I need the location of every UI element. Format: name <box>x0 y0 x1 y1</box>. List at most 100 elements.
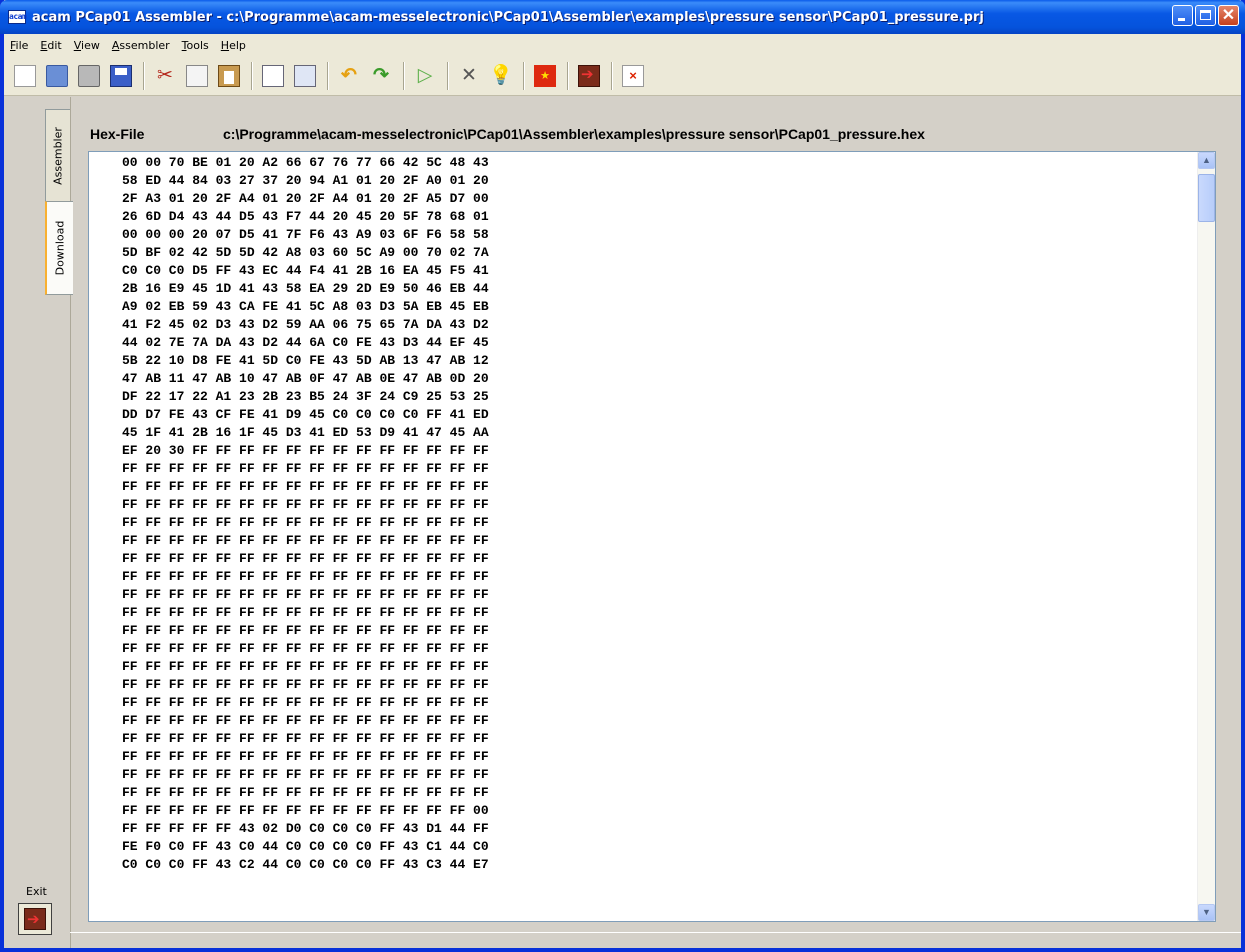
hex-line: FF FF FF FF FF FF FF FF FF FF FF FF FF F… <box>122 767 489 782</box>
tab-download[interactable]: Download <box>45 201 73 295</box>
toolbar-separator <box>251 61 253 90</box>
toolbar-separator <box>611 61 613 90</box>
print-preview-icon <box>262 64 284 87</box>
hex-line: 5D BF 02 42 5D 5D 42 A8 03 60 5C A9 00 7… <box>122 245 489 260</box>
menu-file[interactable]: File <box>4 39 34 52</box>
open-button[interactable] <box>42 61 72 91</box>
hex-line: 2B 16 E9 45 1D 41 43 58 EA 29 2D E9 50 4… <box>122 281 489 296</box>
hint-icon: 💡 <box>489 65 513 86</box>
hex-file-label: Hex-File <box>90 126 145 142</box>
maximize-button[interactable] <box>1195 5 1216 26</box>
hex-line: FF FF FF FF FF FF FF FF FF FF FF FF FF F… <box>122 497 489 512</box>
redo-button[interactable]: ↷ <box>366 61 396 91</box>
hex-line: 58 ED 44 84 03 27 37 20 94 A1 01 20 2F A… <box>122 173 489 188</box>
hex-line: FF FF FF FF FF 43 02 D0 C0 C0 C0 FF 43 D… <box>122 821 489 836</box>
hex-line: FF FF FF FF FF FF FF FF FF FF FF FF FF F… <box>122 515 489 530</box>
sidebar-exit-button[interactable] <box>18 903 52 935</box>
hex-line: FF FF FF FF FF FF FF FF FF FF FF FF FF F… <box>122 605 489 620</box>
hex-file-path: c:\Programme\acam-messelectronic\PCap01\… <box>223 126 925 142</box>
window-title: acam PCap01 Assembler - c:\Programme\aca… <box>32 9 984 25</box>
hex-line: FF FF FF FF FF FF FF FF FF FF FF FF FF F… <box>122 533 489 548</box>
hex-line: FF FF FF FF FF FF FF FF FF FF FF FF FF F… <box>122 587 489 602</box>
language-button[interactable]: ★ <box>530 61 560 91</box>
settings-button[interactable]: ✕ <box>454 61 484 91</box>
close-window-button[interactable]: ✕ <box>1218 5 1239 26</box>
minimize-icon <box>1178 18 1185 21</box>
exit-button[interactable] <box>574 61 604 91</box>
paste-button[interactable] <box>214 61 244 91</box>
client-area: Assembler Download Exit Hex-File c:\Prog… <box>4 97 1241 948</box>
status-bar <box>70 932 1241 948</box>
tab-assembler-label: Assembler <box>51 127 65 185</box>
hex-view[interactable]: 00 00 70 BE 01 20 A2 66 67 76 77 66 42 5… <box>88 151 1216 922</box>
hex-line: FF FF FF FF FF FF FF FF FF FF FF FF FF F… <box>122 551 489 566</box>
minimize-button[interactable] <box>1172 5 1193 26</box>
hex-line: C0 C0 C0 FF 43 C2 44 C0 C0 C0 C0 FF 43 C… <box>122 857 489 872</box>
hex-line: FF FF FF FF FF FF FF FF FF FF FF FF FF F… <box>122 695 489 710</box>
hex-line: C0 C0 C0 D5 FF 43 EC 44 F4 41 2B 16 EA 4… <box>122 263 489 278</box>
vertical-scrollbar[interactable]: ▲ ▼ <box>1197 152 1215 921</box>
hex-line: FF FF FF FF FF FF FF FF FF FF FF FF FF F… <box>122 641 489 656</box>
hint-button[interactable]: 💡 <box>486 61 516 91</box>
menu-view[interactable]: View <box>68 39 106 52</box>
menu-bar: File Edit View Assembler Tools Help <box>4 34 1241 56</box>
save-icon <box>110 64 132 87</box>
run-button[interactable]: ▷ <box>410 61 440 91</box>
hex-line: FF FF FF FF FF FF FF FF FF FF FF FF FF F… <box>122 713 489 728</box>
tab-assembler[interactable]: Assembler <box>45 109 70 203</box>
scroll-down-button[interactable]: ▼ <box>1198 904 1215 921</box>
tab-strip: Assembler Download Exit <box>4 97 73 948</box>
hex-line: FF FF FF FF FF FF FF FF FF FF FF FF FF F… <box>122 479 489 494</box>
cut-button[interactable]: ✂ <box>150 61 180 91</box>
run-icon: ▷ <box>417 65 433 86</box>
settings-icon: ✕ <box>461 65 477 86</box>
hex-line: FF FF FF FF FF FF FF FF FF FF FF FF FF F… <box>122 623 489 638</box>
hex-line: DF 22 17 22 A1 23 2B 23 B5 24 3F 24 C9 2… <box>122 389 489 404</box>
hex-line: FF FF FF FF FF FF FF FF FF FF FF FF FF F… <box>122 731 489 746</box>
undo-icon: ↶ <box>341 65 357 86</box>
toolbar-separator <box>327 61 329 90</box>
hex-line: 00 00 70 BE 01 20 A2 66 67 76 77 66 42 5… <box>122 155 489 170</box>
copy-icon <box>186 64 208 87</box>
new-button[interactable] <box>10 61 40 91</box>
new-icon <box>14 64 36 87</box>
menu-assembler[interactable]: Assembler <box>106 39 176 52</box>
menu-help[interactable]: Help <box>215 39 252 52</box>
hex-line: A9 02 EB 59 43 CA FE 41 5C A8 03 D3 5A E… <box>122 299 489 314</box>
close-icon: ✕ <box>1221 7 1236 24</box>
exit-icon <box>578 64 600 87</box>
print-button[interactable] <box>74 61 104 91</box>
open-icon <box>46 64 68 87</box>
toolbar: ✂ ↶ ↷ ▷ ✕ 💡 ★ × <box>4 56 1241 96</box>
menu-edit[interactable]: Edit <box>34 39 67 52</box>
scroll-thumb[interactable] <box>1198 174 1215 222</box>
maximize-icon <box>1200 10 1211 20</box>
hex-line: 26 6D D4 43 44 D5 43 F7 44 20 45 20 5F 7… <box>122 209 489 224</box>
hex-line: FF FF FF FF FF FF FF FF FF FF FF FF FF F… <box>122 803 489 818</box>
hex-line: DD D7 FE 43 CF FE 41 D9 45 C0 C0 C0 C0 F… <box>122 407 489 422</box>
hex-line: FF FF FF FF FF FF FF FF FF FF FF FF FF F… <box>122 677 489 692</box>
toolbar-separator <box>143 61 145 90</box>
app-icon[interactable]: acam <box>8 10 27 24</box>
hex-line: FF FF FF FF FF FF FF FF FF FF FF FF FF F… <box>122 569 489 584</box>
close-button[interactable]: × <box>618 61 648 91</box>
print-icon <box>78 64 100 87</box>
toolbar-separator <box>523 61 525 90</box>
undo-button[interactable]: ↶ <box>334 61 364 91</box>
edit-button[interactable] <box>290 61 320 91</box>
hex-line: 5B 22 10 D8 FE 41 5D C0 FE 43 5D AB 13 4… <box>122 353 489 368</box>
window-controls: ✕ <box>1172 5 1239 26</box>
toolbar-separator <box>567 61 569 90</box>
menu-tools[interactable]: Tools <box>176 39 215 52</box>
toolbar-separator <box>403 61 405 90</box>
save-button[interactable] <box>106 61 136 91</box>
hex-line: FE F0 C0 FF 43 C0 44 C0 C0 C0 C0 FF 43 C… <box>122 839 489 854</box>
hex-line: FF FF FF FF FF FF FF FF FF FF FF FF FF F… <box>122 785 489 800</box>
title-bar[interactable]: acam acam PCap01 Assembler - c:\Programm… <box>0 0 1245 34</box>
copy-button[interactable] <box>182 61 212 91</box>
toolbar-separator <box>447 61 449 90</box>
redo-icon: ↷ <box>373 65 389 86</box>
scroll-up-button[interactable]: ▲ <box>1198 152 1215 169</box>
close-icon: × <box>622 64 644 87</box>
print-preview-button[interactable] <box>258 61 288 91</box>
